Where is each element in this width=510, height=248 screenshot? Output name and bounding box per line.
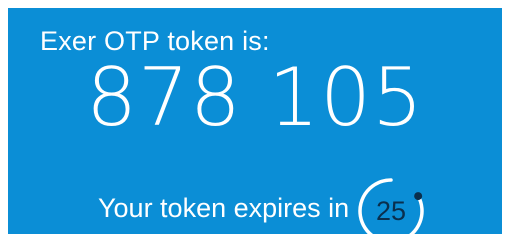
expiry-label: Your token expires in: [98, 193, 350, 223]
otp-token-code: 878 105: [86, 51, 424, 144]
otp-card: Exer OTP token is: 878 105 Your token ex…: [8, 8, 502, 244]
countdown-seconds: 25: [375, 196, 407, 226]
countdown-timer: 25: [354, 174, 428, 248]
